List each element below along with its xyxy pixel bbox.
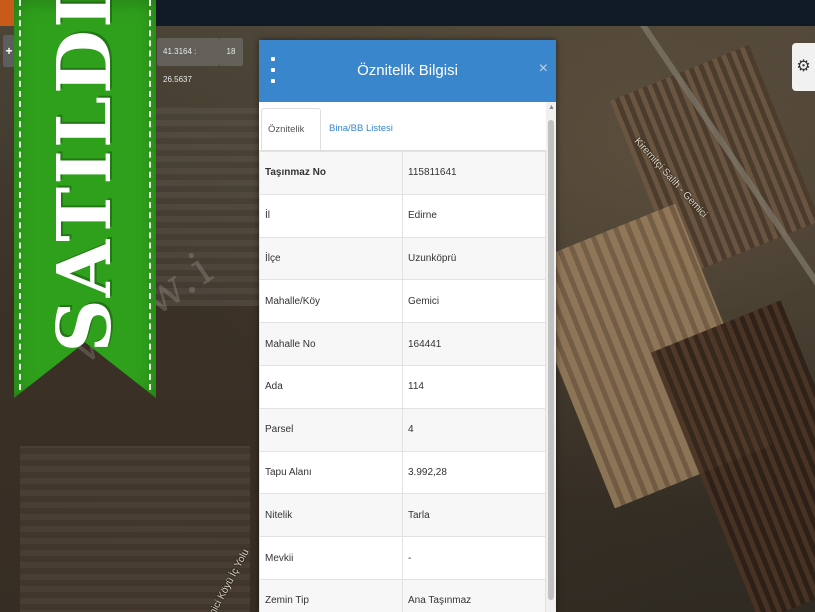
attribute-value: Gemici xyxy=(402,279,546,324)
sold-banner: SATILDI xyxy=(14,0,156,398)
table-row: Ada 114 xyxy=(259,364,546,409)
table-row: İlçe Uzunköprü xyxy=(259,236,546,281)
attribute-key: Parsel xyxy=(259,407,403,452)
top-bar-accent xyxy=(0,0,14,26)
attribute-key: İl xyxy=(259,193,403,238)
attribute-info-dialog: Öznitelik Bilgisi × Öznitelik Bilgisi Bi… xyxy=(259,40,556,612)
attribute-key: Taşınmaz No xyxy=(259,151,403,195)
settings-button[interactable]: ⚙ xyxy=(792,43,815,91)
attribute-value: 3.992,28 xyxy=(402,450,546,495)
gear-icon: ⚙ xyxy=(796,58,811,75)
tab-building-list[interactable]: Bina/BB Listesi xyxy=(323,108,399,150)
zoom-in-button[interactable]: + xyxy=(3,35,15,67)
dialog-tabs: Öznitelik Bilgisi Bina/BB Listesi xyxy=(259,102,556,177)
coordinate-readout: 41.3164 : 26.5637 xyxy=(157,38,219,84)
attribute-table-container: Taşınmaz No 115811641 İl Edirne İlçe Uzunköpr… xyxy=(259,151,556,612)
attribute-value: 4 xyxy=(402,407,546,452)
table-row: Parsel 4 xyxy=(259,407,546,452)
tab-attribute-info[interactable]: Öznitelik Bilgisi xyxy=(261,108,321,177)
attribute-key: Mahalle No xyxy=(259,322,403,366)
attribute-value: Uzunköprü xyxy=(402,236,546,281)
table-row: Zemin Tip Ana Taşınmaz xyxy=(259,578,546,612)
zoom-level-readout: 18 xyxy=(219,38,243,66)
attribute-value: 114 xyxy=(402,364,546,409)
dialog-title: Öznitelik Bilgisi xyxy=(357,62,458,79)
attribute-key: Mahalle/Köy xyxy=(259,279,403,324)
attribute-value: Ana Taşınmaz xyxy=(402,578,546,612)
table-row: Taşınmaz No 115811641 xyxy=(259,151,546,195)
attribute-key: Ada xyxy=(259,364,403,409)
table-row: Mahalle No 164441 xyxy=(259,322,546,366)
table-row: Nitelik Tarla xyxy=(259,493,546,538)
attribute-key: İlçe xyxy=(259,236,403,281)
attribute-key: Mevkii xyxy=(259,536,403,580)
attribute-table: Taşınmaz No 115811641 İl Edirne İlçe Uzunköpr… xyxy=(259,151,546,612)
attribute-value: Edirne xyxy=(402,193,546,238)
scrollbar-thumb[interactable] xyxy=(548,120,554,600)
attribute-key: Nitelik xyxy=(259,493,403,538)
map-field xyxy=(150,106,260,306)
attribute-key: Zemin Tip xyxy=(259,578,403,612)
attribute-value: - xyxy=(402,536,546,580)
attribute-key: Tapu Alanı xyxy=(259,450,403,495)
table-row: Tapu Alanı 3.992,28 xyxy=(259,450,546,495)
dialog-header: Öznitelik Bilgisi × xyxy=(259,40,556,102)
scroll-up-icon[interactable]: ▲ xyxy=(548,104,555,111)
attribute-value: 115811641 xyxy=(402,151,546,195)
table-row: Mahalle/Köy Gemici xyxy=(259,279,546,324)
close-icon[interactable]: × xyxy=(539,60,548,78)
dialog-scrollbar[interactable]: ▲ xyxy=(546,102,556,612)
attribute-value: Tarla xyxy=(402,493,546,538)
attribute-value: 164441 xyxy=(402,322,546,366)
table-row: İl Edirne xyxy=(259,193,546,238)
sold-banner-text: SATILDI xyxy=(42,0,128,353)
table-row: Mevkii - xyxy=(259,536,546,580)
map-field xyxy=(20,446,250,612)
